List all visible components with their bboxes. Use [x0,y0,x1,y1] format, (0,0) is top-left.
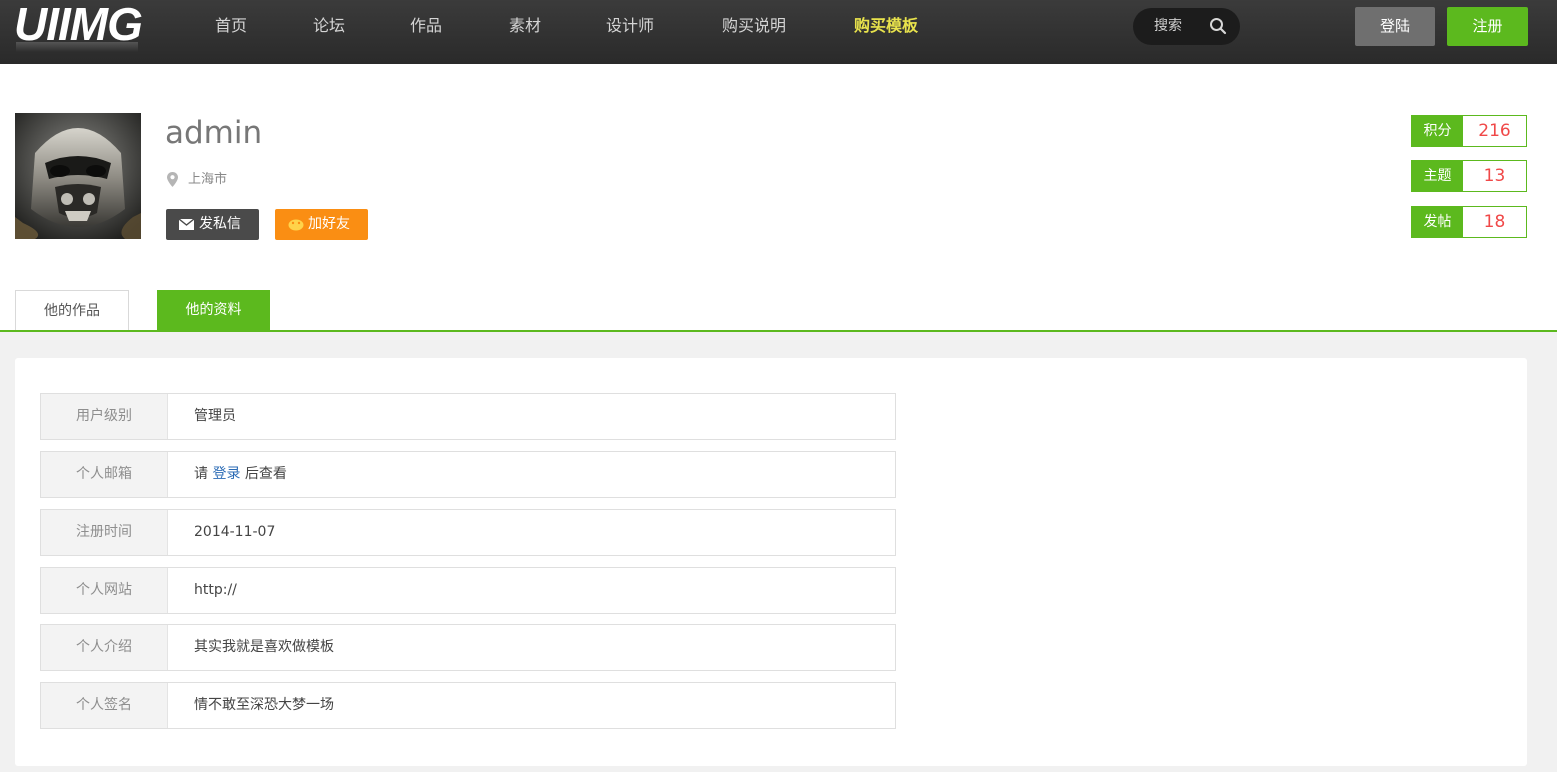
stat-posts-label: 发帖 [1412,207,1463,237]
detail-label-signature: 个人签名 [41,683,168,728]
nav-item-works[interactable]: 作品 [410,16,442,36]
email-prefix: 请 [194,466,208,482]
nav-item-buy-template[interactable]: 购买模板 [854,16,918,36]
friend-icon [288,219,304,231]
login-button[interactable]: 登陆 [1355,7,1435,46]
stat-posts-value: 18 [1483,212,1506,232]
detail-value-level: 管理员 [194,408,236,424]
detail-label-level: 用户级别 [41,394,168,439]
stat-topics-label: 主题 [1412,161,1463,191]
detail-value-signature: 情不敢至深恐大梦一场 [194,697,334,713]
tab-his-works[interactable]: 他的作品 [15,290,129,331]
envelope-icon [179,219,194,230]
stat-posts: 发帖 18 [1411,206,1527,238]
register-button[interactable]: 注册 [1447,7,1528,46]
tab-his-profile[interactable]: 他的资料 [157,290,270,331]
detail-label-website: 个人网站 [41,568,168,613]
stat-points-label: 积分 [1412,116,1463,146]
detail-row-signature: 个人签名 情不敢至深恐大梦一场 [40,682,896,729]
detail-value-intro: 其实我就是喜欢做模板 [194,639,334,655]
detail-label-intro: 个人介绍 [41,625,168,670]
detail-label-email: 个人邮箱 [41,452,168,497]
send-message-label: 发私信 [199,216,241,232]
nav-item-home[interactable]: 首页 [215,16,247,36]
stat-points: 积分 216 [1411,115,1527,147]
avatar [15,113,141,239]
detail-row-register-time: 注册时间 2014-11-07 [40,509,896,556]
location-pin-icon [167,172,178,187]
detail-row-level: 用户级别 管理员 [40,393,896,440]
stat-topics-value: 13 [1483,166,1506,186]
nav-item-materials[interactable]: 素材 [509,16,541,36]
login-link[interactable]: 登录 [212,466,240,482]
add-friend-button[interactable]: 加好友 [275,209,368,240]
detail-row-intro: 个人介绍 其实我就是喜欢做模板 [40,624,896,671]
search-box[interactable]: 搜索 [1133,8,1240,45]
detail-value-website: http:// [194,582,237,598]
stat-points-value: 216 [1478,121,1511,141]
email-suffix: 后查看 [244,466,287,482]
nav-item-forum[interactable]: 论坛 [313,16,345,36]
username: admin [165,115,263,151]
detail-row-email: 个人邮箱 请 登录 后查看 [40,451,896,498]
nav-item-designers[interactable]: 设计师 [606,16,654,36]
site-logo[interactable]: UIIMG [14,0,143,52]
nav-item-purchase-guide[interactable]: 购买说明 [722,16,786,36]
search-icon[interactable] [1209,17,1227,35]
top-navigation-bar: UIIMG 首页 论坛 作品 素材 设计师 购买说明 购买模板 搜索 登陆 注册 [0,0,1557,64]
detail-label-register-time: 注册时间 [41,510,168,555]
send-message-button[interactable]: 发私信 [166,209,259,240]
detail-value-email: 请 登录 后查看 [194,452,287,497]
add-friend-label: 加好友 [308,216,350,232]
user-location: 上海市 [188,172,228,187]
avatar-helmet-image [15,113,141,239]
search-placeholder[interactable]: 搜索 [1154,18,1182,35]
detail-value-register-time: 2014-11-07 [194,524,276,540]
detail-row-website: 个人网站 http:// [40,567,896,614]
stat-topics: 主题 13 [1411,160,1527,192]
